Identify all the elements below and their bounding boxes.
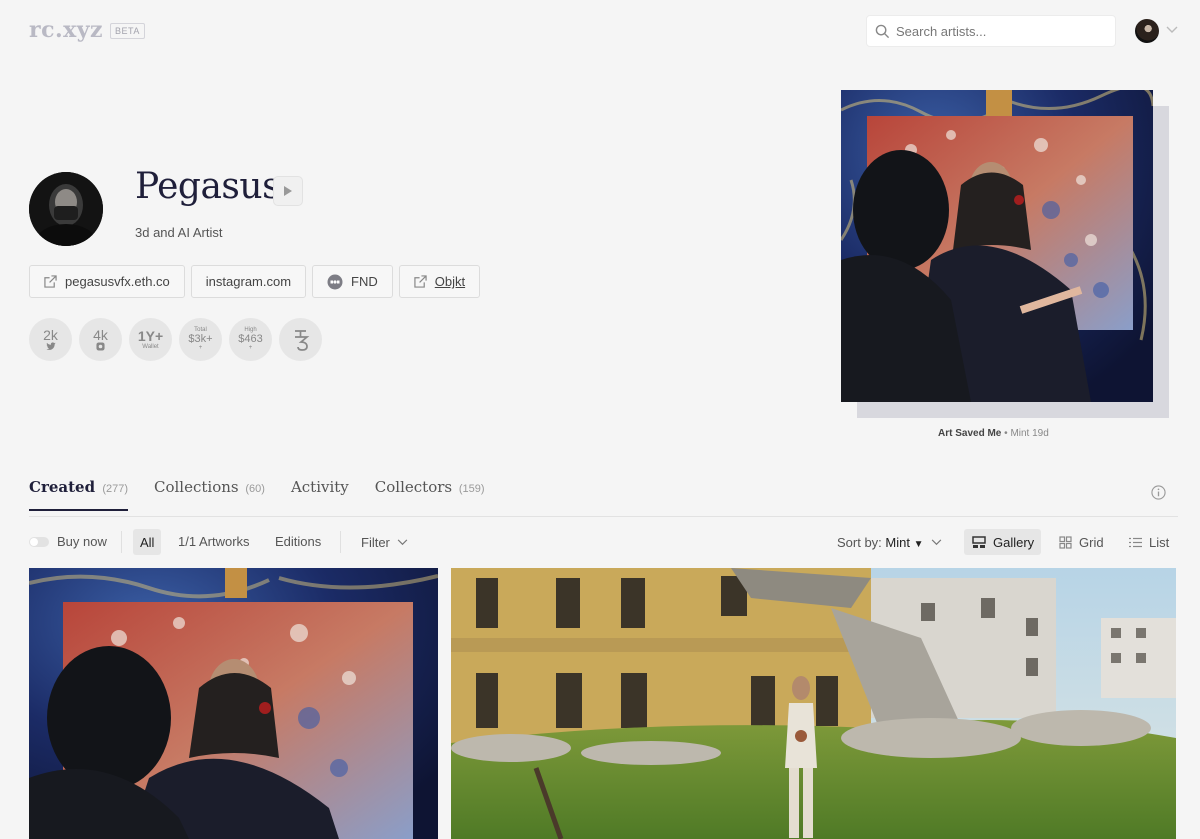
featured-artwork[interactable] xyxy=(841,90,1153,402)
view-list-label: List xyxy=(1149,534,1170,550)
sort-arrow: ▼ xyxy=(913,538,924,550)
foundation-link-label: FND xyxy=(351,274,378,289)
tab-collections-label: Collections xyxy=(154,478,239,496)
filter-all-label: All xyxy=(140,534,155,550)
artist-name: Pegasus xyxy=(135,166,281,207)
tezos-stat[interactable] xyxy=(279,318,322,361)
filter-all-button[interactable]: All xyxy=(133,529,162,555)
artist-profile-page: rc.xyz BETA Pegasus 3d and AI Artist peg… xyxy=(0,0,1200,839)
play-button[interactable] xyxy=(273,176,303,206)
high-sale-stat[interactable]: High $463 + xyxy=(229,318,272,361)
sort-prefix: Sort by: xyxy=(837,534,882,550)
tab-collectors[interactable]: Collectors (159) xyxy=(375,478,485,509)
view-grid-button[interactable]: Grid xyxy=(1059,529,1104,555)
tab-activity-label: Activity xyxy=(290,478,349,496)
wallet-age-label: Wallet xyxy=(142,343,159,350)
objkt-link-label: Objkt xyxy=(434,274,466,289)
play-icon xyxy=(284,186,292,196)
wallet-age-value: 1Y+ xyxy=(137,328,164,344)
caption-separator: • xyxy=(1004,428,1008,439)
filter-editions[interactable]: Editions xyxy=(275,534,321,549)
instagram-followers-stat[interactable]: 4k xyxy=(79,318,122,361)
wallet-age-stat[interactable]: 1Y+ Wallet xyxy=(129,318,172,361)
site-logo[interactable]: rc.xyz xyxy=(29,17,103,43)
chevron-down-icon xyxy=(931,538,941,545)
filter-one-of-one[interactable]: 1/1 Artworks xyxy=(178,534,250,549)
buy-now-toggle[interactable] xyxy=(29,537,49,547)
twitter-icon xyxy=(45,342,56,351)
artwork-card[interactable] xyxy=(29,568,438,839)
tab-created-label: Created xyxy=(29,478,96,496)
twitter-followers-stat[interactable]: 2k xyxy=(29,318,72,361)
tab-created-count: (277) xyxy=(102,483,128,495)
instagram-link-label: instagram.com xyxy=(205,274,292,289)
grid-icon xyxy=(1059,535,1072,549)
featured-artwork-caption: Art Saved Me • Mint 19d xyxy=(938,428,1049,439)
tab-collectors-count: (159) xyxy=(458,483,485,495)
chevron-down-icon xyxy=(397,538,408,545)
tab-collectors-label: Collectors xyxy=(374,478,453,496)
view-gallery-label: Gallery xyxy=(993,534,1035,550)
sort-dropdown[interactable]: Sort by: Mint ▼ xyxy=(837,529,942,555)
gallery-icon xyxy=(972,535,986,548)
total-sales-stat[interactable]: Total $3k+ + xyxy=(179,318,222,361)
total-sales-plus: + xyxy=(198,345,203,352)
high-sale-value: $463 xyxy=(238,332,263,345)
view-grid-label: Grid xyxy=(1079,534,1104,550)
tabs-divider xyxy=(29,516,1178,517)
instagram-followers-count: 4k xyxy=(93,326,108,343)
foundation-icon xyxy=(327,274,343,289)
external-link-icon xyxy=(44,275,57,288)
website-link-label: pegasusvfx.eth.co xyxy=(65,274,170,289)
profile-tabs: Created (277) Collections (60) Activity … xyxy=(29,478,485,511)
search-box[interactable] xyxy=(866,15,1116,47)
featured-artwork-title[interactable]: Art Saved Me xyxy=(938,428,1001,439)
external-link-icon xyxy=(414,275,427,288)
info-icon[interactable] xyxy=(1151,485,1166,500)
filter-label: Filter xyxy=(361,534,390,550)
sort-label: Sort by: Mint ▼ xyxy=(837,535,924,550)
list-icon xyxy=(1129,537,1142,547)
objkt-link[interactable]: Objkt xyxy=(398,265,481,298)
tab-created[interactable]: Created (277) xyxy=(29,478,128,511)
instagram-icon xyxy=(96,342,105,351)
chevron-down-icon[interactable] xyxy=(1166,26,1178,34)
tezos-icon xyxy=(294,329,309,351)
instagram-link[interactable]: instagram.com xyxy=(190,265,307,298)
view-list-button[interactable]: List xyxy=(1129,529,1169,555)
website-link[interactable]: pegasusvfx.eth.co xyxy=(29,265,185,298)
profile-avatar xyxy=(29,172,103,246)
profile-stats: 2k 4k 1Y+ Wallet Total $3k+ + High $463 … xyxy=(29,318,322,361)
profile-links: pegasusvfx.eth.co instagram.com FND Objk… xyxy=(29,265,481,298)
high-sale-plus: + xyxy=(248,345,253,352)
foundation-link[interactable]: FND xyxy=(312,265,393,298)
artist-bio: 3d and AI Artist xyxy=(135,225,223,240)
sort-value: Mint xyxy=(885,534,910,550)
divider xyxy=(121,531,122,553)
user-avatar[interactable] xyxy=(1135,19,1159,43)
search-icon xyxy=(875,24,890,38)
filter-bar: Buy now All 1/1 Artworks Editions Filter… xyxy=(29,529,1178,555)
total-sales-value: $3k+ xyxy=(188,332,213,345)
buy-now-label[interactable]: Buy now xyxy=(57,534,107,549)
tab-collections-count: (60) xyxy=(245,483,265,495)
artwork-card[interactable] xyxy=(451,568,1176,839)
tab-collections[interactable]: Collections (60) xyxy=(154,478,265,509)
featured-artwork-meta: Mint 19d xyxy=(1010,428,1049,439)
beta-badge: BETA xyxy=(110,23,145,39)
filter-dropdown[interactable]: Filter xyxy=(361,529,408,555)
divider xyxy=(340,531,341,553)
view-gallery-button[interactable]: Gallery xyxy=(964,529,1041,555)
tab-activity[interactable]: Activity xyxy=(291,478,349,509)
search-input[interactable] xyxy=(896,23,1096,39)
twitter-followers-count: 2k xyxy=(43,326,58,343)
